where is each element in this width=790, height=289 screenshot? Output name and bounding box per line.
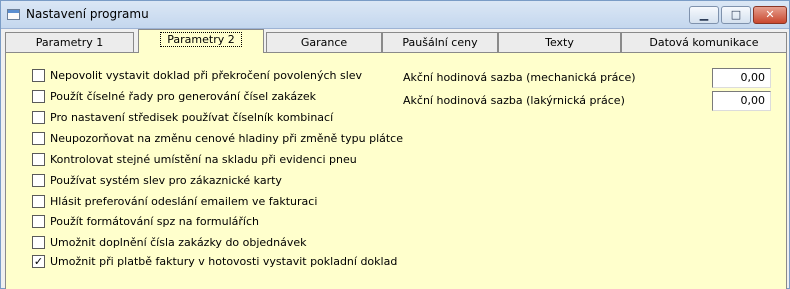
paint-rate-input[interactable]: 0,00 [712, 91, 771, 111]
tab-label: Paušální ceny [402, 36, 478, 49]
checkbox[interactable] [32, 214, 45, 228]
option-row[interactable]: Kontrolovat stejné umístění na skladu př… [32, 151, 357, 167]
option-label: Pro nastavení středisek používat číselní… [50, 110, 334, 124]
option-row[interactable]: Použít číselné řady pro generování čísel… [32, 88, 316, 104]
mechanical-rate-label: Akční hodinová sazba (mechanická práce) [403, 71, 636, 84]
tab-garance[interactable]: Garance [266, 32, 382, 53]
app-window-icon [7, 9, 20, 20]
tab-texty[interactable]: Texty [498, 32, 621, 53]
tab-label: Datová komunikace [649, 36, 759, 49]
maximize-button[interactable]: □ [721, 6, 751, 24]
checkbox[interactable] [32, 131, 45, 145]
minimize-button[interactable]: ▁ [689, 6, 719, 24]
checkbox[interactable] [32, 194, 45, 208]
checkbox[interactable] [32, 235, 45, 249]
option-label: Hlásit preferování odeslání emailem ve f… [50, 194, 318, 208]
settings-window: Nastavení programu ▁ □ ✕ Parametry 1 Par… [0, 0, 790, 289]
tab-label: Parametry 1 [35, 36, 104, 49]
tab-label: Parametry 2 [160, 32, 242, 47]
option-label: Používat systém slev pro zákaznické kart… [50, 173, 282, 187]
option-row[interactable]: Pro nastavení středisek používat číselní… [32, 109, 333, 125]
close-button[interactable]: ✕ [753, 6, 787, 24]
tab-label: Garance [300, 36, 348, 49]
option-row[interactable]: Hlásit preferování odeslání emailem ve f… [32, 193, 317, 209]
option-label: Použít formátování spz na formulářích [50, 214, 259, 228]
parametry-2-panel: Nepovolit vystavit doklad při překročení… [5, 52, 787, 289]
checkbox[interactable] [32, 89, 45, 103]
option-row[interactable]: Umožnit doplnění čísla zakázky do objedn… [32, 234, 307, 250]
tab-pausalni-ceny[interactable]: Paušální ceny [382, 32, 498, 53]
checkbox[interactable] [32, 173, 45, 187]
tab-label: Texty [545, 36, 574, 49]
tab-parametry-2[interactable]: Parametry 2 [138, 29, 264, 53]
option-label: Umožnit doplnění čísla zakázky do objedn… [50, 235, 307, 249]
checkbox[interactable] [32, 152, 45, 166]
window-title: Nastavení programu [26, 7, 149, 21]
option-label: Použít číselné řady pro generování čísel… [50, 89, 316, 103]
checkbox-checked[interactable]: ✓ [32, 254, 45, 268]
option-row[interactable]: ✓ Umožnit při platbě faktury v hotovosti… [32, 253, 397, 269]
option-row[interactable]: Neupozorňovat na změnu cenové hladiny př… [32, 130, 403, 146]
tab-parametry-1[interactable]: Parametry 1 [5, 32, 134, 53]
tab-strip: Parametry 1 Parametry 2 Garance Paušální… [5, 29, 787, 53]
option-row[interactable]: Nepovolit vystavit doklad při překročení… [32, 67, 362, 83]
paint-rate-label: Akční hodinová sazba (lakýrnická práce) [403, 94, 625, 107]
mechanical-rate-input[interactable]: 0,00 [712, 68, 771, 88]
option-row[interactable]: Používat systém slev pro zákaznické kart… [32, 172, 282, 188]
option-label: Neupozorňovat na změnu cenové hladiny př… [50, 131, 403, 145]
option-label: Nepovolit vystavit doklad při překročení… [50, 68, 363, 82]
option-row[interactable]: Použít formátování spz na formulářích [32, 213, 259, 229]
option-label: Kontrolovat stejné umístění na skladu př… [50, 152, 357, 166]
title-bar[interactable]: Nastavení programu ▁ □ ✕ [1, 1, 789, 29]
option-label: Umožnit při platbě faktury v hotovosti v… [50, 254, 398, 268]
checkbox[interactable] [32, 68, 45, 82]
checkbox[interactable] [32, 110, 45, 124]
tab-datova-komunikace[interactable]: Datová komunikace [621, 32, 787, 53]
